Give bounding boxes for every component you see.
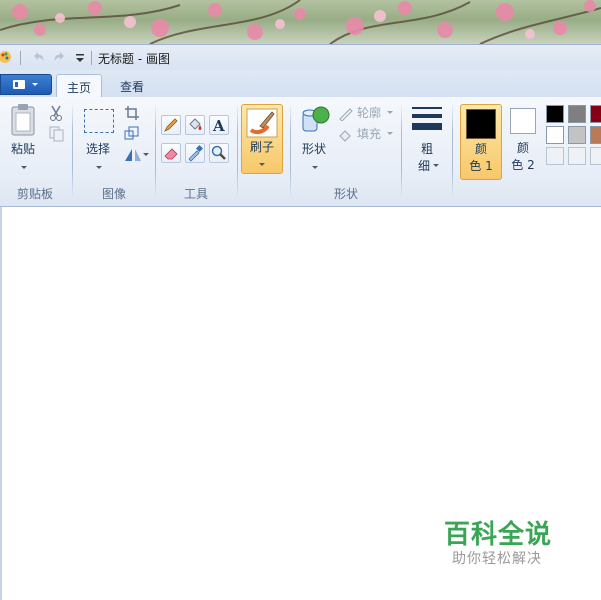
redo-icon[interactable] [52,49,68,65]
fill-icon[interactable] [338,128,354,142]
paste-dropdown-arrow[interactable] [21,166,27,169]
brushes-button[interactable]: 刷子 [241,104,283,174]
text-tool-button[interactable]: A [209,115,229,135]
paint-menu-button[interactable] [0,74,52,95]
ribbon-tab-row: 主页 查看 [0,70,601,98]
undo-icon[interactable] [30,49,46,65]
shapes-icon[interactable] [299,105,331,135]
shapes-group-label: 形状 [333,187,358,201]
color2-label-line2: 色 2 [511,158,535,172]
shapes-dropdown-arrow[interactable] [312,166,318,169]
watermark-title: 百科全说 [444,520,553,550]
eraser-icon [164,148,178,160]
cut-icon[interactable] [47,105,65,121]
ribbon-home-panel: 粘贴 剪贴板 选择 图像 A 工具 刷子 形状 轮廓 填充 形状 粗 细 颜 色… [0,97,601,207]
tab-home[interactable]: 主页 [56,74,103,98]
menu-icon [13,80,38,89]
color2-button[interactable]: 颜 色 2 [503,104,543,180]
group-separator [290,103,291,199]
title-bar: 无标题 - 画图 [0,44,601,70]
window-title: 无标题 - 画图 [98,52,170,66]
outline-icon[interactable] [338,107,354,121]
watermark-subtitle: 助你轻松解决 [452,551,542,567]
select-label[interactable]: 选择 [80,141,116,157]
palette-swatch-black[interactable] [546,105,564,123]
customize-toolbar-icon[interactable] [72,49,88,65]
group-separator [452,103,453,199]
color2-swatch [510,108,536,134]
shapes-label[interactable]: 形状 [296,141,332,157]
rotate-icon[interactable] [123,147,149,163]
palette-swatch-brown[interactable] [590,126,601,144]
palette-swatch-empty[interactable] [546,147,564,165]
tab-view[interactable]: 查看 [110,74,154,98]
magnifier-icon [211,145,226,160]
eyedropper-icon [188,144,204,162]
fill-dropdown-arrow[interactable] [387,132,393,135]
outline-dropdown-arrow[interactable] [387,111,393,114]
size-label-line1[interactable]: 粗 [412,141,442,157]
palette-swatch-empty[interactable] [568,147,586,165]
brushes-dropdown-arrow [259,163,265,166]
paste-label[interactable]: 粘贴 [6,141,40,157]
paint-app-icon[interactable] [0,49,16,65]
tools-group-label: 工具 [183,187,208,201]
group-separator [401,103,402,199]
size-dropdown-arrow[interactable] [433,164,439,167]
group-separator [72,103,73,199]
brush-icon [246,108,278,138]
pencil-tool-button[interactable] [161,115,181,135]
text-icon: A [212,117,225,135]
select-icon[interactable] [84,109,114,133]
fill-bucket-icon [189,118,202,130]
color-picker-tool-button[interactable] [185,143,205,163]
palette-swatch-gray[interactable] [568,105,586,123]
palette-swatch-empty[interactable] [590,147,601,165]
magnifier-tool-button[interactable] [209,143,229,163]
paste-icon[interactable] [8,103,40,139]
color2-label-line1: 颜 [516,141,529,155]
fill-tool-button[interactable] [185,115,205,135]
palette-swatch-dark-red[interactable] [590,105,601,123]
size-icon[interactable] [410,105,444,133]
desktop-wallpaper [0,0,601,44]
select-dropdown-arrow[interactable] [96,166,102,169]
color1-label-line2: 色 1 [469,159,493,173]
pencil-icon [164,118,178,132]
outline-label[interactable]: 轮廓 [357,105,381,121]
brushes-label: 刷子 [249,140,274,154]
svg-text:A: A [212,117,225,134]
canvas-border [0,207,2,600]
clipboard-group-label: 剪贴板 [16,187,53,201]
palette-swatch-light-gray[interactable] [568,126,586,144]
palette-swatch-white[interactable] [546,126,564,144]
blossom-wallpaper-image [0,0,601,44]
color1-label-line1: 颜 [474,142,487,156]
copy-icon[interactable] [47,126,65,142]
color1-swatch [466,109,496,139]
resize-icon[interactable] [124,125,140,141]
eraser-tool-button[interactable] [161,143,181,163]
group-separator [155,103,156,199]
color1-button[interactable]: 颜 色 1 [460,104,502,180]
title-separator [91,51,92,65]
quick-access-separator [20,51,21,65]
group-separator [237,103,238,199]
crop-icon[interactable] [124,105,140,121]
image-group-label: 图像 [101,187,126,201]
fill-label[interactable]: 填充 [357,126,381,142]
